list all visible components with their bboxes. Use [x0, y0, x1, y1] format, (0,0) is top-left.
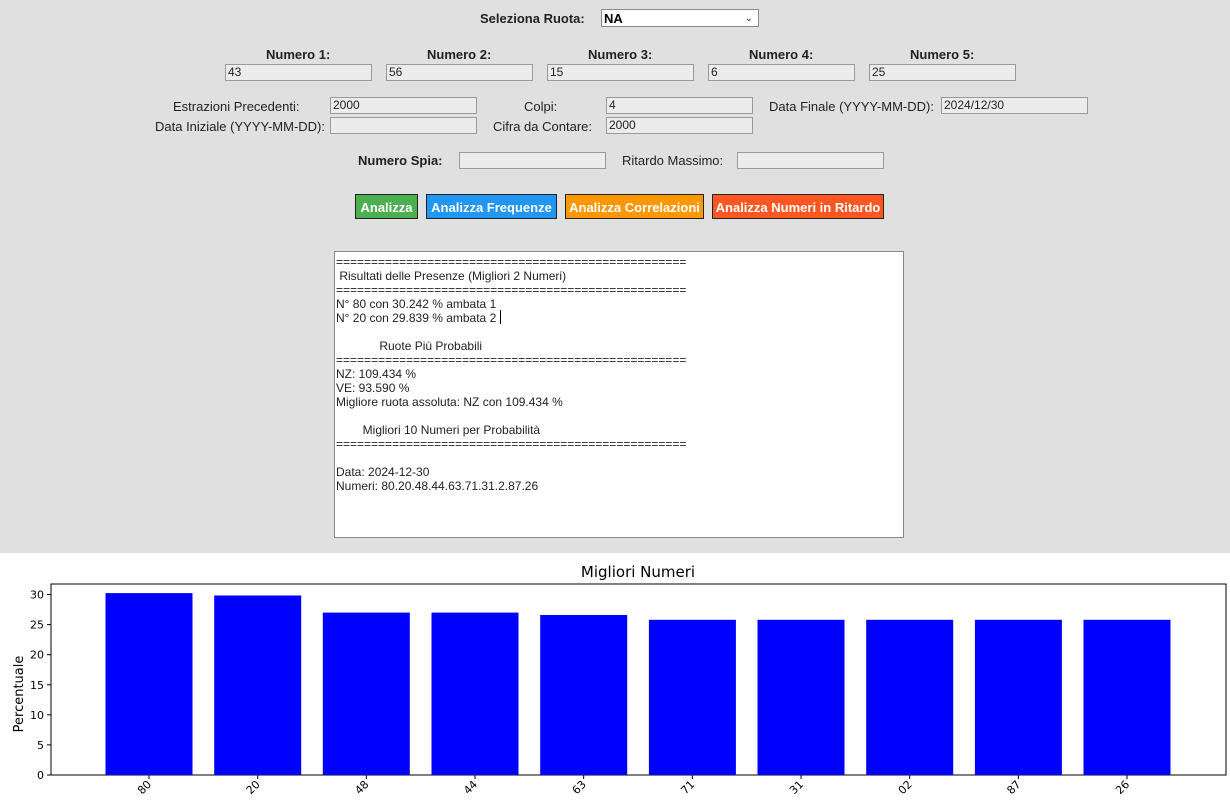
output-line: Ruote Più Probabili — [336, 339, 483, 353]
spia-label: Numero Spia: — [358, 153, 443, 168]
estrazioni-label: Estrazioni Precedenti: — [173, 99, 300, 114]
cifra-input[interactable]: 2000 — [606, 117, 753, 134]
bar-80 — [105, 593, 193, 775]
numero-4-input[interactable]: 6 — [708, 64, 855, 81]
numero-3-label: Numero 3: — [588, 47, 653, 62]
numero-3-input[interactable]: 15 — [547, 64, 694, 81]
colpi-input[interactable]: 4 — [606, 97, 753, 114]
ruota-label: Seleziona Ruota: — [480, 11, 585, 26]
x-tick-label: 02 — [896, 778, 915, 797]
ruota-select[interactable]: NA ⌄ — [601, 9, 759, 27]
x-tick-label: 20 — [244, 778, 263, 797]
chevron-down-icon: ⌄ — [744, 13, 753, 24]
bar-87 — [974, 619, 1062, 775]
x-tick-label: 48 — [352, 778, 371, 797]
numero-1-input[interactable]: 43 — [225, 64, 372, 81]
data-finale-input[interactable]: 2024/12/30 — [941, 97, 1088, 114]
bar-20 — [214, 595, 302, 775]
y-tick-label: 20 — [30, 649, 44, 662]
bar-63 — [540, 615, 628, 775]
data-finale-label: Data Finale (YYYY-MM-DD): — [769, 99, 934, 114]
cifra-label: Cifra da Contare: — [493, 119, 592, 134]
x-tick-label: 80 — [135, 778, 154, 797]
analizza-button[interactable]: Analizza — [355, 194, 418, 219]
output-line: ========================================… — [336, 255, 687, 269]
spia-input[interactable] — [459, 152, 606, 169]
numero-4-label: Numero 4: — [749, 47, 814, 62]
y-tick-label: 25 — [30, 619, 44, 632]
bar-48 — [322, 612, 410, 775]
results-textarea[interactable]: ========================================… — [334, 251, 904, 538]
x-tick-label: 87 — [1004, 778, 1023, 797]
analizza-correlazioni-button[interactable]: Analizza Correlazioni — [565, 194, 704, 219]
output-line: VE: 93.590 % — [336, 381, 410, 395]
y-tick-label: 15 — [30, 679, 44, 692]
output-line: Risultati delle Presenze (Migliori 2 Num… — [336, 269, 567, 283]
bar-44 — [431, 612, 519, 775]
numero-5-input[interactable]: 25 — [869, 64, 1016, 81]
output-line: ========================================… — [336, 437, 687, 451]
x-tick-label: 71 — [678, 778, 697, 797]
output-line: ========================================… — [336, 283, 687, 297]
chart-title: Migliori Numeri — [581, 563, 695, 581]
output-line: Migliore ruota assoluta: NZ con 109.434 … — [336, 395, 563, 409]
y-tick-label: 30 — [30, 589, 44, 602]
output-line: Data: 2024-12-30 — [336, 465, 430, 479]
bar-71 — [648, 619, 736, 775]
x-tick-label: 31 — [787, 778, 806, 797]
estrazioni-input[interactable]: 2000 — [330, 97, 477, 114]
text-cursor — [500, 310, 501, 324]
bar-chart: Migliori Numeri Percentuale 0 5 10 15 20 25 30… — [12, 563, 1227, 797]
analizza-ritardo-button[interactable]: Analizza Numeri in Ritardo — [712, 194, 884, 219]
numero-2-input[interactable]: 56 — [386, 64, 533, 81]
x-tick-label: 63 — [570, 778, 589, 797]
analizza-frequenze-button[interactable]: Analizza Frequenze — [426, 194, 557, 219]
bar-26 — [1083, 619, 1171, 775]
ritardo-input[interactable] — [737, 152, 884, 169]
output-line: N° 80 con 30.242 % ambata 1 — [336, 297, 497, 311]
y-tick-label: 5 — [37, 739, 44, 752]
output-line: NZ: 109.434 % — [336, 367, 417, 381]
numero-1-label: Numero 1: — [266, 47, 331, 62]
data-iniziale-input[interactable] — [330, 117, 477, 134]
colpi-label: Colpi: — [524, 99, 558, 114]
output-line: Numeri: 80.20.48.44.63.71.31.2.87.26 — [336, 479, 539, 493]
y-tick-label: 0 — [37, 769, 44, 782]
numero-2-label: Numero 2: — [427, 47, 492, 62]
bar-02 — [866, 619, 954, 775]
numero-5-label: Numero 5: — [910, 47, 975, 62]
output-line: ========================================… — [336, 353, 687, 367]
data-iniziale-label: Data Iniziale (YYYY-MM-DD): — [155, 119, 326, 134]
bar-31 — [757, 619, 845, 775]
output-line: N° 20 con 29.839 % ambata 2 — [336, 311, 497, 325]
output-line: Migliori 10 Numeri per Probabilità — [336, 423, 541, 437]
x-tick-label: 26 — [1113, 778, 1132, 797]
ruota-select-value: NA — [604, 11, 623, 26]
ritardo-label: Ritardo Massimo: — [622, 153, 724, 168]
chart-ylabel: Percentuale — [12, 656, 27, 733]
x-tick-label: 44 — [461, 778, 480, 797]
y-tick-label: 10 — [30, 709, 44, 722]
